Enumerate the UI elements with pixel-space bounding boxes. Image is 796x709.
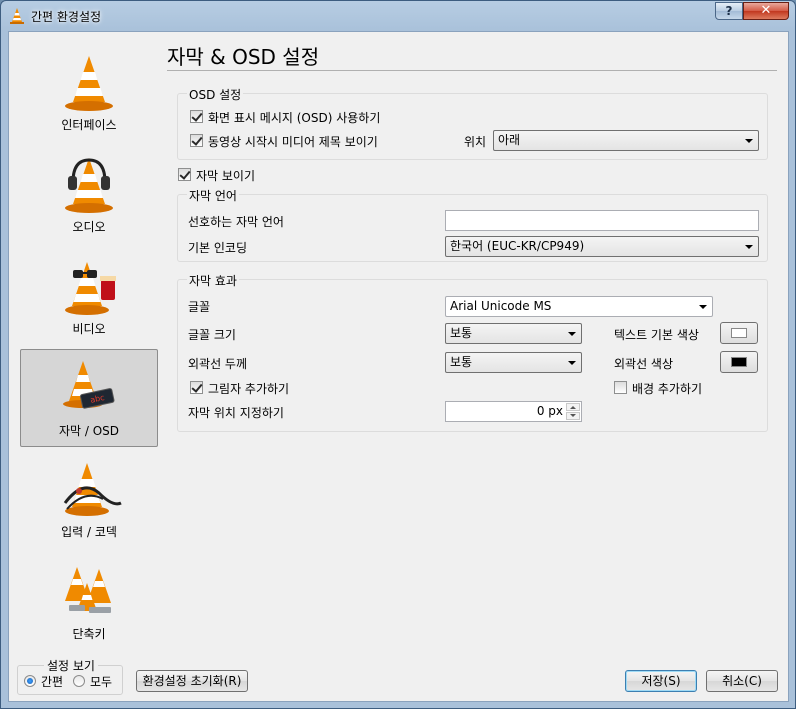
show-media-title-checkbox[interactable] — [190, 134, 203, 147]
outline-color-label: 외곽선 색상 — [614, 357, 674, 371]
title-divider — [167, 70, 777, 71]
preferred-language-label: 선호하는 자막 언어 — [188, 215, 284, 229]
font-size-select[interactable]: 보통 — [445, 323, 582, 344]
chevron-down-icon — [745, 139, 753, 143]
default-encoding-label: 기본 인코딩 — [188, 241, 248, 255]
outline-thickness-select[interactable]: 보통 — [445, 352, 582, 373]
show-subtitles-checkbox[interactable] — [178, 168, 191, 181]
audio-headphones-cone-icon — [65, 158, 113, 213]
spin-buttons[interactable] — [566, 403, 580, 420]
vlc-cone-icon — [10, 8, 24, 24]
dialog-body: 인터페이스 오디오 비디오 abc 자막 / OSD 입력 / 코덱 단축키 설… — [8, 31, 789, 702]
enable-osd-label: 화면 표시 메시지 (OSD) 사용하기 — [208, 111, 381, 125]
hotkeys-cones-icon — [65, 567, 111, 613]
osd-group-title: OSD 설정 — [187, 86, 244, 103]
spin-up-icon[interactable] — [566, 403, 580, 411]
subtitle-position-value: 0 px — [536, 404, 563, 418]
interface-cone-icon — [65, 56, 113, 111]
add-background-label: 배경 추가하기 — [632, 382, 703, 396]
font-size-label: 글꼴 크기 — [188, 328, 236, 342]
outline-color-button[interactable] — [720, 351, 758, 373]
sidebar-item-label: 자막 / OSD — [58, 424, 120, 438]
font-label: 글꼴 — [188, 300, 211, 314]
sidebar-item-interface[interactable]: 인터페이스 — [20, 44, 158, 142]
all-view-label: 모두 — [90, 675, 113, 689]
sidebar-item-input-codecs[interactable]: 입력 / 코덱 — [20, 451, 158, 549]
show-subtitles-label: 자막 보이기 — [196, 169, 256, 183]
add-background-checkbox[interactable] — [614, 381, 627, 394]
preferences-window: 간편 환경설정 ? ✕ 인터페이스 오디오 비디오 abc 자막 / OSD 입… — [0, 0, 796, 709]
reset-preferences-button[interactable]: 환경설정 초기화(R) — [136, 670, 248, 692]
subtitle-language-group: 자막 언어 선호하는 자막 언어 기본 인코딩 한국어 (EUC-KR/CP94… — [177, 187, 768, 262]
sidebar-item-label: 비디오 — [72, 322, 106, 336]
add-shadow-label: 그림자 추가하기 — [208, 382, 290, 396]
title-position-value: 아래 — [498, 133, 521, 147]
text-color-button[interactable] — [720, 322, 758, 344]
simple-view-radio[interactable] — [24, 675, 36, 687]
video-glasses-cone-icon — [65, 262, 116, 315]
sidebar-item-hotkeys[interactable]: 단축키 — [20, 553, 158, 651]
spin-down-icon[interactable] — [566, 412, 580, 420]
chevron-down-icon — [699, 305, 707, 309]
font-size-value: 보통 — [450, 326, 473, 340]
sidebar-item-video[interactable]: 비디오 — [20, 248, 158, 346]
font-select[interactable]: Arial Unicode MS — [445, 296, 713, 317]
subtitles-sign-cone-icon: abc — [63, 361, 115, 409]
effects-group-title: 자막 효과 — [187, 272, 239, 289]
title-bar[interactable]: 간편 환경설정 ? ✕ — [1, 1, 795, 31]
title-position-select[interactable]: 아래 — [493, 130, 759, 151]
sidebar-item-label: 인터페이스 — [61, 118, 117, 132]
add-shadow-checkbox[interactable] — [190, 381, 203, 394]
window-title: 간편 환경설정 — [31, 10, 102, 24]
input-cable-cone-icon — [63, 463, 122, 516]
sidebar-item-label: 오디오 — [72, 220, 106, 234]
help-button[interactable]: ? — [715, 2, 743, 20]
text-color-swatch — [731, 328, 747, 338]
font-value: Arial Unicode MS — [450, 299, 552, 313]
page-title: 자막 & OSD 설정 — [167, 45, 320, 69]
show-media-title-label: 동영상 시작시 미디어 제목 보이기 — [208, 135, 378, 149]
sidebar-item-audio[interactable]: 오디오 — [20, 146, 158, 244]
sidebar-item-subtitles-osd[interactable]: abc 자막 / OSD — [20, 349, 158, 447]
default-encoding-value: 한국어 (EUC-KR/CP949) — [450, 239, 585, 253]
sidebar-item-label: 입력 / 코덱 — [61, 525, 117, 539]
title-position-label: 위치 — [464, 135, 487, 149]
close-button[interactable]: ✕ — [743, 2, 789, 20]
subtitle-position-label: 자막 위치 지정하기 — [188, 406, 284, 420]
category-sidebar: 인터페이스 오디오 비디오 abc 자막 / OSD 입력 / 코덱 단축키 — [18, 38, 160, 672]
save-button[interactable]: 저장(S) — [625, 670, 697, 692]
subtitle-position-spinbox[interactable]: 0 px — [445, 401, 582, 422]
language-group-title: 자막 언어 — [187, 187, 239, 204]
chevron-down-icon — [568, 332, 576, 336]
sidebar-item-label: 단축키 — [72, 627, 106, 641]
default-encoding-select[interactable]: 한국어 (EUC-KR/CP949) — [445, 236, 759, 257]
enable-osd-checkbox[interactable] — [190, 110, 203, 123]
simple-view-label: 간편 — [41, 675, 64, 689]
osd-settings-group: OSD 설정 화면 표시 메시지 (OSD) 사용하기 동영상 시작시 미디어 … — [177, 86, 768, 160]
outline-thickness-value: 보통 — [450, 355, 473, 369]
outline-color-swatch — [731, 357, 747, 367]
view-mode-group: 설정 보기 간편 모두 — [17, 657, 123, 695]
outline-thickness-label: 외곽선 두께 — [188, 357, 248, 371]
chevron-down-icon — [745, 245, 753, 249]
view-mode-title: 설정 보기 — [44, 657, 98, 674]
subtitle-effects-group: 자막 효과 글꼴 Arial Unicode MS 글꼴 크기 보통 텍스트 기… — [177, 272, 768, 432]
text-color-label: 텍스트 기본 색상 — [614, 328, 699, 342]
chevron-down-icon — [568, 361, 576, 365]
preferred-language-input[interactable] — [445, 210, 759, 231]
all-view-radio[interactable] — [73, 675, 85, 687]
cancel-button[interactable]: 취소(C) — [706, 670, 778, 692]
